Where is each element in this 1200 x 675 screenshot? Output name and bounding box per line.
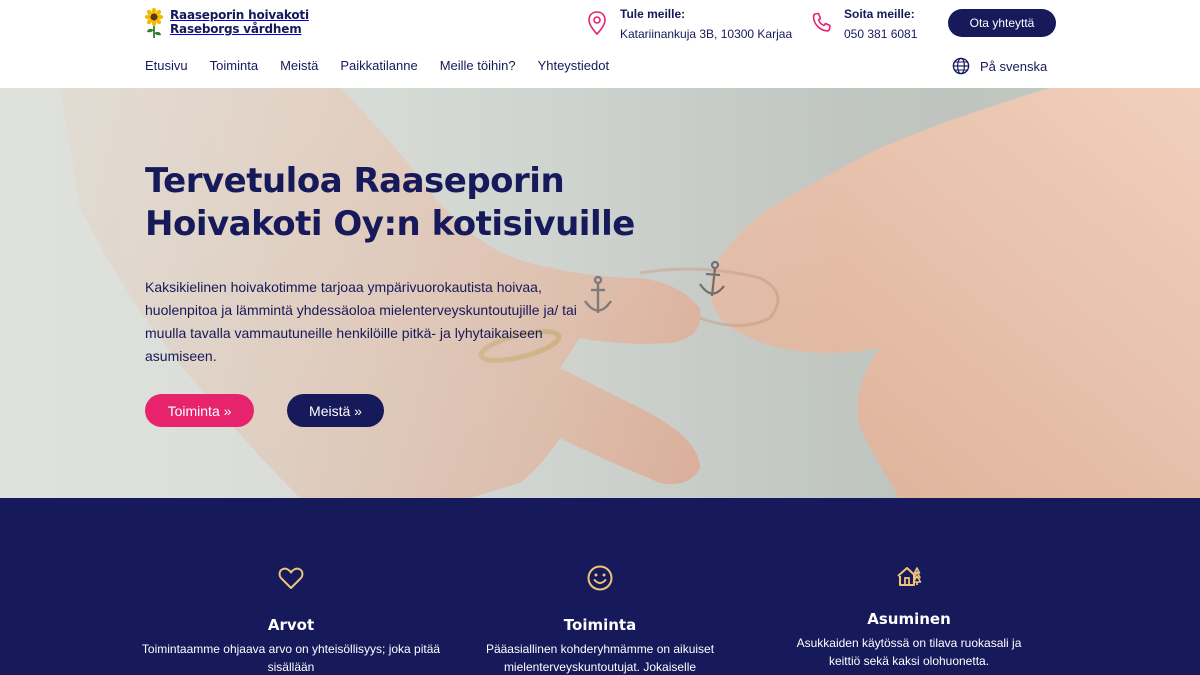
globe-icon	[952, 57, 970, 75]
feature-text: Asukkaiden käytössä on tilava ruokasali …	[796, 636, 1022, 668]
feature-title: Asuminen	[867, 610, 951, 628]
house-tree-icon	[897, 567, 922, 586]
meista-button[interactable]: Meistä »	[287, 394, 384, 427]
feature-text: Pääasiallinen kohderyhmämme on aikuiset …	[485, 642, 715, 674]
phone-number-link[interactable]: 050 381 6081	[844, 27, 917, 41]
address-value: Katariinankuja 3B, 10300 Karjaa	[620, 27, 793, 41]
phone-label: Soita meille:	[844, 7, 915, 21]
feature-title: Toiminta	[563, 616, 637, 634]
features-section: Arvot Toimintaamme ohjaava arvo on yhtei…	[0, 498, 1200, 675]
site-header: Raaseporin hoivakoti Raseborgs vårdhem T…	[0, 0, 1200, 88]
site-logo[interactable]: Raaseporin hoivakoti Raseborgs vårdhem	[144, 8, 309, 38]
address-label: Tule meille:	[620, 7, 686, 21]
address-block: Tule meille: Katariinankuja 3B, 10300 Ka…	[586, 6, 792, 41]
nav-item-yhteystiedot[interactable]: Yhteystiedot	[538, 58, 610, 74]
hero-description: Kaksikielinen hoivakotimme tarjoaa ympär…	[145, 279, 577, 364]
sunflower-logo-icon	[144, 8, 164, 38]
heart-icon	[278, 567, 304, 589]
main-navigation: Etusivu Toiminta Meistä Paikkatilanne Me…	[145, 58, 631, 74]
location-pin-icon	[588, 11, 606, 36]
toiminta-button[interactable]: Toiminta »	[145, 394, 254, 427]
logo-text: Raaseporin hoivakoti Raseborgs vårdhem	[170, 8, 309, 36]
nav-item-toiminta[interactable]: Toiminta	[210, 58, 258, 74]
phone-icon	[812, 12, 831, 32]
nav-item-paikkatilanne[interactable]: Paikkatilanne	[340, 58, 417, 74]
smiley-icon	[587, 565, 613, 591]
phone-block: Soita meille: 050 381 6081	[810, 6, 917, 41]
hero-section: Tervetuloa Raaseporin Hoivakoti Oy:n kot…	[0, 88, 1200, 498]
language-switcher[interactable]: På svenska	[952, 57, 1047, 75]
hero-title: Tervetuloa Raaseporin Hoivakoti Oy:n kot…	[145, 161, 635, 244]
language-label: På svenska	[980, 58, 1048, 74]
contact-us-button[interactable]: Ota yhteyttä	[948, 9, 1056, 37]
nav-item-meista[interactable]: Meistä	[280, 58, 318, 74]
nav-item-etusivu[interactable]: Etusivu	[145, 58, 188, 74]
brand-name-sv: Raseborgs vårdhem	[170, 22, 302, 36]
feature-text: Toimintaamme ohjaava arvo on yhteisöllis…	[141, 642, 441, 674]
brand-name-fi: Raaseporin hoivakoti	[170, 8, 309, 22]
feature-title: Arvot	[267, 616, 315, 634]
nav-item-meille-toihin[interactable]: Meille töihin?	[440, 58, 516, 74]
